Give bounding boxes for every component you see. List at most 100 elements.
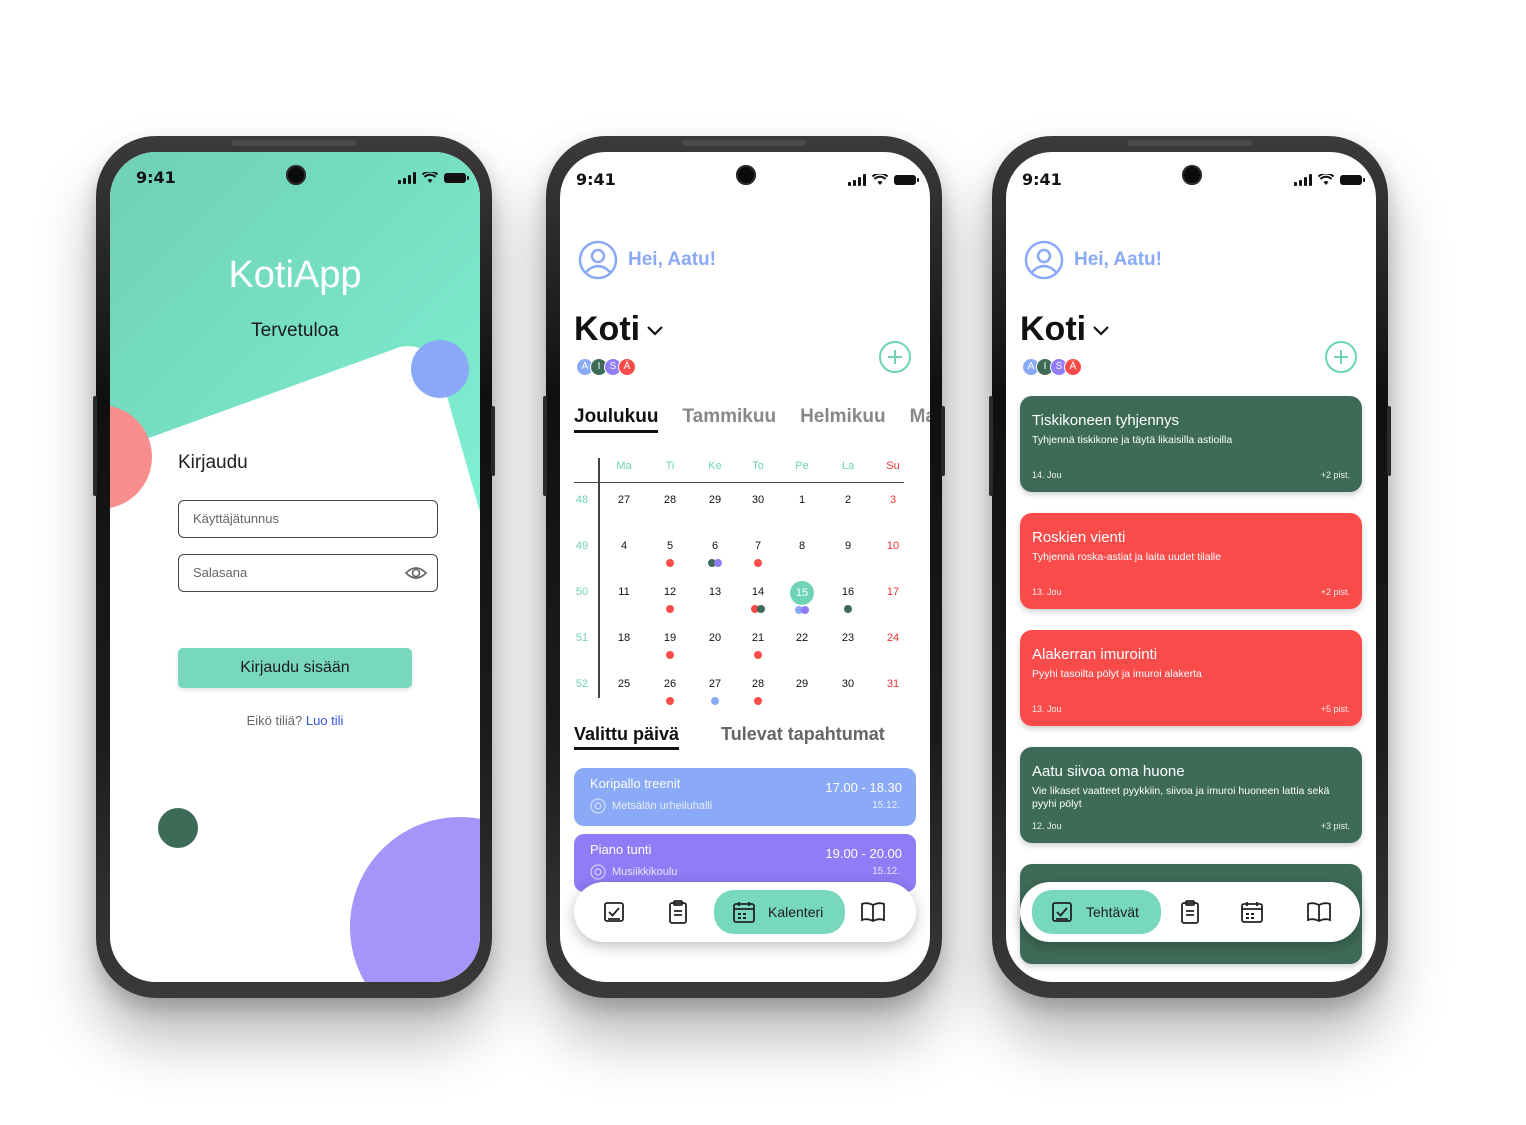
task-card[interactable]: Tiskikoneen tyhjennys Tyhjennä tiskikone…: [1020, 396, 1362, 492]
event-dots: [695, 558, 735, 570]
calendar-day[interactable]: 19: [650, 632, 690, 662]
day-number: 9: [844, 540, 852, 552]
calendar-day[interactable]: 26: [650, 678, 690, 708]
home-selector[interactable]: Koti: [574, 310, 664, 349]
task-card[interactable]: Aatu siivoa oma huone Vie likaset vaatte…: [1020, 747, 1362, 843]
login-button[interactable]: Kirjaudu sisään: [178, 648, 412, 688]
nav-list-button[interactable]: [1176, 894, 1204, 930]
calendar-day[interactable]: 23: [828, 632, 868, 644]
calendar-day[interactable]: 30: [828, 678, 868, 690]
no-account-row: Eikö tiliä? Luo tili: [110, 713, 480, 728]
nav-notes-button[interactable]: [1304, 894, 1334, 930]
nav-tasks-button[interactable]: [600, 894, 628, 930]
username-input[interactable]: Käyttäjätunnus: [178, 500, 438, 538]
show-password-icon[interactable]: [405, 564, 427, 582]
tab-month-tammikuu[interactable]: Tammikuu: [682, 406, 776, 433]
task-card[interactable]: Alakerran imurointi Pyyhi tasoilta pölyt…: [1020, 630, 1362, 726]
event-dot: [666, 697, 674, 705]
calendar-day[interactable]: 14: [738, 586, 778, 616]
task-title: Tiskikoneen tyhjennys: [1032, 412, 1180, 429]
member-avatar[interactable]: Ä: [1064, 358, 1082, 376]
calendar-day[interactable]: 29: [695, 494, 735, 506]
weekday-label: Su: [886, 460, 900, 472]
calendar-day[interactable]: 27: [604, 494, 644, 506]
calendar-day[interactable]: 29: [782, 678, 822, 690]
nav-list-button[interactable]: [664, 894, 692, 930]
event-card[interactable]: Koripallo treenit 17.00 - 18.30 Metsälän…: [574, 768, 916, 826]
calendar-day[interactable]: 6: [695, 540, 735, 570]
calendar-day[interactable]: 22: [782, 632, 822, 644]
tasks-screen: 9:41 Hei, Aatu! Koti AISÄ Tiskikoneen ty…: [1006, 152, 1376, 982]
tab-month-helmikuu[interactable]: Helmikuu: [800, 406, 886, 433]
task-description: Tyhjennä roska-astiat ja laita uudet til…: [1032, 551, 1222, 563]
event-dots: [828, 604, 868, 616]
event-time: 17.00 - 18.30: [825, 780, 902, 795]
event-dots: [738, 558, 778, 570]
tab-upcoming-events[interactable]: Tulevat tapahtumat: [721, 724, 885, 750]
nav-notes-button[interactable]: [858, 894, 888, 930]
calendar-day[interactable]: 30: [738, 494, 778, 506]
task-date: 13. Jou: [1032, 704, 1062, 714]
calendar-day[interactable]: 2: [828, 494, 868, 506]
password-input[interactable]: Salasana: [178, 554, 438, 592]
user-avatar-icon[interactable]: [1024, 240, 1064, 280]
calendar-day[interactable]: 10: [873, 540, 913, 552]
calendar-grid: Ma Ti Ke To Pe La Su 48 27 28 29 30 1 2 3 49 4 5 6 7 8 9 10 50 1…: [574, 458, 904, 705]
calendar-day[interactable]: 7: [738, 540, 778, 570]
tab-month-next[interactable]: Ma: [910, 406, 930, 433]
calendar-day[interactable]: 15: [782, 581, 822, 617]
day-number: 29: [708, 494, 722, 506]
calendar-day[interactable]: 28: [650, 494, 690, 506]
calendar-day[interactable]: 4: [604, 540, 644, 552]
event-dots: [738, 696, 778, 708]
calendar-day[interactable]: 24: [873, 632, 913, 644]
calendar-day[interactable]: 31: [873, 678, 913, 690]
calendar-day[interactable]: 17: [873, 586, 913, 598]
wifi-icon: [1318, 174, 1334, 185]
front-camera: [286, 165, 306, 185]
calendar-day[interactable]: 20: [695, 632, 735, 644]
event-dots: [650, 604, 690, 616]
calendar-day[interactable]: 27: [695, 678, 735, 708]
add-icon[interactable]: [1324, 340, 1358, 374]
tab-month-joulukuu[interactable]: Joulukuu: [574, 406, 659, 433]
member-avatar[interactable]: Ä: [618, 358, 636, 376]
calendar-day[interactable]: 5: [650, 540, 690, 570]
calendar-day[interactable]: 25: [604, 678, 644, 690]
nav-calendar-button[interactable]: Kalenteri: [714, 890, 846, 934]
calendar-day[interactable]: 18: [604, 632, 644, 644]
calendar-day[interactable]: 9: [828, 540, 868, 552]
day-number: 16: [841, 586, 855, 598]
event-dot: [757, 605, 765, 613]
battery-icon: [1340, 175, 1365, 185]
event-dot: [714, 559, 722, 567]
calendar-day[interactable]: 8: [782, 540, 822, 552]
calendar-day[interactable]: 1: [782, 494, 822, 506]
location-icon: [590, 798, 606, 814]
add-icon[interactable]: [878, 340, 912, 374]
nav-calendar-button[interactable]: [1238, 894, 1266, 930]
home-selector[interactable]: Koti: [1020, 310, 1110, 349]
side-button: [543, 396, 547, 496]
day-number: 5: [666, 540, 674, 552]
task-points: +3 pist.: [1320, 821, 1350, 831]
nav-tasks-button[interactable]: Tehtävät: [1032, 890, 1161, 934]
battery-icon: [894, 175, 919, 185]
calendar-day[interactable]: 28: [738, 678, 778, 708]
today-marker: 15: [790, 581, 814, 605]
calendar-day[interactable]: 16: [828, 586, 868, 616]
calendar-day[interactable]: 13: [695, 586, 735, 598]
clipboard-icon: [1181, 900, 1199, 924]
task-card[interactable]: Roskien vienti Tyhjennä roska-astiat ja …: [1020, 513, 1362, 609]
create-account-link[interactable]: Luo tili: [306, 713, 344, 728]
calendar-icon: [733, 902, 755, 923]
nav-tasks-label: Tehtävät: [1086, 904, 1139, 920]
calendar-day[interactable]: 21: [738, 632, 778, 662]
event-place-row: Metsälän urheiluhalli: [590, 798, 712, 814]
tab-selected-day[interactable]: Valittu päivä: [574, 724, 680, 750]
calendar-day[interactable]: 3: [873, 494, 913, 506]
day-number: 23: [841, 632, 855, 644]
calendar-day[interactable]: 11: [604, 586, 644, 598]
user-avatar-icon[interactable]: [578, 240, 618, 280]
calendar-day[interactable]: 12: [650, 586, 690, 616]
